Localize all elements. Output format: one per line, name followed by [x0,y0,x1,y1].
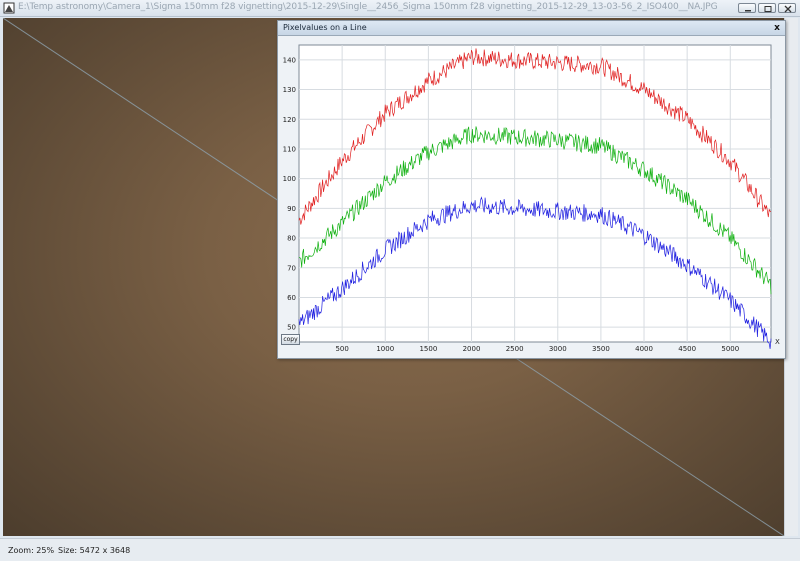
size-status: Size: 5472 x 3648 [58,546,131,555]
app-icon [3,2,15,14]
x-tick-label: 500 [335,345,348,353]
x-tick-label: 3500 [592,345,610,353]
x-tick-label: 5000 [721,345,739,353]
y-tick-label: 50 [287,324,296,332]
y-tick-label: 90 [287,205,296,213]
copy-button[interactable]: copy [281,334,300,345]
y-tick-label: 100 [283,175,296,183]
y-tick-label: 140 [283,56,296,64]
maximize-icon [764,6,772,12]
x-tick-label: 2000 [463,345,481,353]
zoom-status: Zoom: 25% [8,546,55,555]
plot-title-bar[interactable]: Pixelvalues on a Line x [278,21,785,36]
x-tick-label: 2500 [506,345,524,353]
maximize-button[interactable] [758,3,776,13]
y-tick-label: 110 [283,145,296,153]
line-plot: 500 1000 1500 2000 2500 3000 3500 4000 4500 5000 5… [283,44,780,353]
minimize-button[interactable] [738,3,756,13]
plot-window[interactable]: Pixelvalues on a Line x 500 1000 1500 2000 2… [277,20,786,359]
minimize-icon [745,10,751,12]
title-bar: E:\Temp astronomy\Camera_1\Sigma 150mm f… [0,0,800,17]
x-axis-label: X [775,338,780,346]
plot-title: Pixelvalues on a Line [283,23,367,32]
close-icon [784,5,792,13]
status-bar: Zoom: 25% Size: 5472 x 3648 [0,538,800,561]
plot-close-icon[interactable]: x [772,23,782,33]
x-tick-label: 4000 [635,345,653,353]
x-tick-label: 1000 [376,345,394,353]
y-tick-label: 80 [287,235,296,243]
close-button[interactable] [778,3,796,13]
vertical-scrollbar[interactable] [784,18,798,536]
y-tick-label: 120 [283,116,296,124]
x-tick-label: 1500 [419,345,437,353]
window-title: E:\Temp astronomy\Camera_1\Sigma 150mm f… [18,2,718,12]
x-tick-label: 3000 [549,345,567,353]
x-tick-label: 4500 [678,345,696,353]
y-tick-label: 70 [287,264,296,272]
y-tick-label: 60 [287,294,296,302]
y-tick-label: 130 [283,86,296,94]
